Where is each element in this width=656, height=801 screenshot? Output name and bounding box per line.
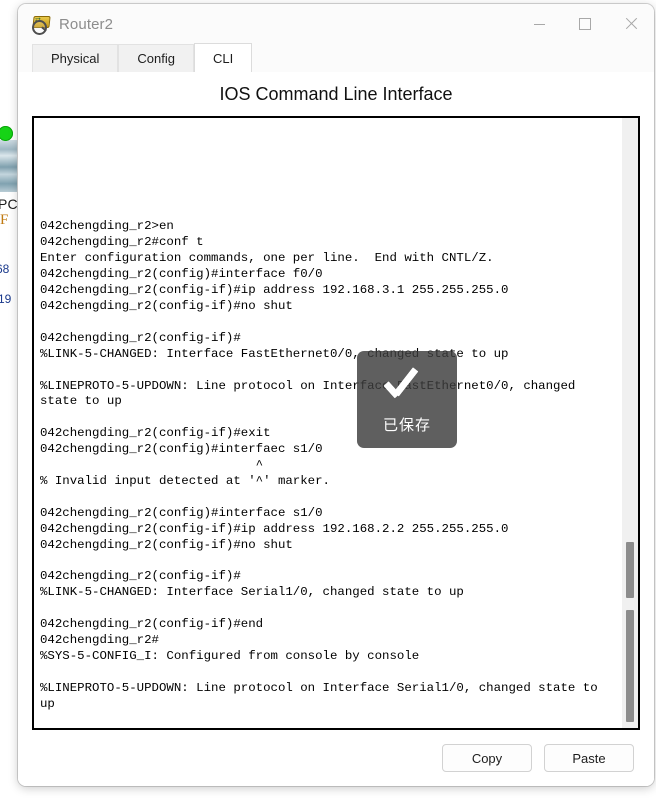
tab-cli-label: CLI bbox=[213, 50, 234, 66]
maximize-icon bbox=[579, 18, 591, 30]
scrollbar-thumb-upper[interactable] bbox=[626, 542, 634, 598]
router-magnifier-icon: ⇄ bbox=[32, 15, 51, 35]
interface-label: F bbox=[0, 212, 9, 228]
scrollbar-thumb-lower[interactable] bbox=[626, 610, 634, 722]
copy-button[interactable]: Copy bbox=[442, 744, 532, 772]
window-title-bar[interactable]: ⇄ Router2 bbox=[18, 4, 654, 44]
minimize-button[interactable] bbox=[516, 4, 562, 44]
ip-label-fragment-2: 19 bbox=[0, 292, 12, 306]
window-controls bbox=[516, 4, 654, 44]
maximize-button[interactable] bbox=[562, 4, 608, 44]
device-label-pc: PC bbox=[0, 196, 18, 212]
terminal-output[interactable]: 042chengding_r2>en 042chengding_r2#conf … bbox=[34, 118, 622, 728]
cli-footer: Copy Paste bbox=[18, 730, 654, 786]
tab-config-label: Config bbox=[137, 51, 175, 66]
terminal-frame: 042chengding_r2>en 042chengding_r2#conf … bbox=[32, 116, 640, 730]
ip-label-fragment-1: 68 bbox=[0, 262, 10, 276]
paste-button-label: Paste bbox=[572, 750, 606, 766]
close-button[interactable] bbox=[608, 4, 654, 44]
terminal-scrollbar[interactable] bbox=[622, 118, 638, 728]
paste-button[interactable]: Paste bbox=[544, 744, 634, 772]
router-device-window: ⇄ Router2 Physical Config CLI IOS Comman… bbox=[18, 4, 654, 786]
page-title: IOS Command Line Interface bbox=[219, 84, 453, 104]
tab-physical-label: Physical bbox=[51, 51, 100, 66]
tab-config[interactable]: Config bbox=[118, 44, 194, 72]
cli-tab-panel: IOS Command Line Interface 042chengding_… bbox=[18, 72, 654, 786]
tab-physical[interactable]: Physical bbox=[32, 44, 119, 72]
tab-cli[interactable]: CLI bbox=[194, 43, 253, 72]
device-tab-bar: Physical Config CLI bbox=[18, 43, 654, 72]
minimize-icon bbox=[533, 23, 545, 25]
copy-button-label: Copy bbox=[471, 750, 503, 766]
close-icon bbox=[625, 18, 637, 30]
window-title: Router2 bbox=[59, 15, 114, 33]
link-status-dot bbox=[0, 126, 13, 141]
